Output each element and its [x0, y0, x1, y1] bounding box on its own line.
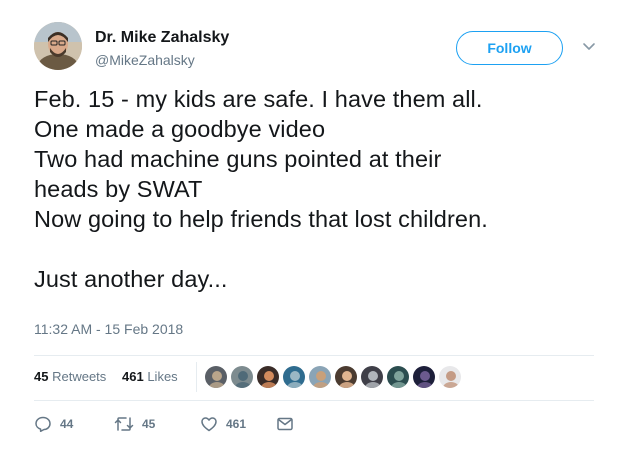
liker-avatar[interactable]: [204, 365, 228, 389]
tweet-stats: 45 Retweets 461 Likes: [34, 357, 594, 397]
tweet-text-line: One made a goodbye video: [34, 116, 326, 142]
author-display-name[interactable]: Dr. Mike Zahalsky: [95, 29, 229, 47]
liker-avatar[interactable]: [308, 365, 332, 389]
liker-avatar[interactable]: [360, 365, 384, 389]
direct-message-icon: [276, 415, 294, 433]
retweets-label: Retweets: [52, 369, 107, 384]
follow-button[interactable]: Follow: [456, 31, 563, 65]
divider: [34, 400, 594, 401]
liker-avatar[interactable]: [230, 365, 254, 389]
liker-avatar[interactable]: [334, 365, 358, 389]
like-icon: [200, 415, 218, 433]
retweet-button[interactable]: 45: [114, 412, 155, 436]
likes-label: Likes: [147, 369, 178, 384]
direct-message-button[interactable]: [276, 412, 294, 436]
like-button[interactable]: 461: [200, 412, 246, 436]
divider: [34, 355, 594, 356]
chevron-down-icon[interactable]: [581, 39, 597, 55]
likes-stat[interactable]: 461 Likes: [122, 369, 178, 384]
tweet-text-line: Feb. 15 - my kids are safe. I have them …: [34, 86, 483, 112]
reply-icon: [34, 415, 52, 433]
liker-avatar[interactable]: [282, 365, 306, 389]
retweet-icon: [114, 415, 134, 433]
retweet-count: 45: [142, 417, 156, 431]
tweet-text-line: Just another day...: [34, 266, 228, 292]
liker-avatar[interactable]: [256, 365, 280, 389]
tweet-actions: 44 45 461: [34, 412, 334, 436]
tweet-text-line: Two had machine guns pointed at their: [34, 146, 442, 172]
author-avatar[interactable]: [34, 22, 82, 70]
likes-count: 461: [122, 369, 144, 384]
tweet-text-line: heads by SWAT: [34, 176, 203, 202]
liker-avatar[interactable]: [412, 365, 436, 389]
liker-avatar[interactable]: [386, 365, 410, 389]
liker-avatar[interactable]: [438, 365, 462, 389]
tweet-text-line: Now going to help friends that lost chil…: [34, 206, 488, 232]
author-handle[interactable]: @MikeZahalsky: [95, 52, 195, 68]
reply-count: 44: [60, 417, 74, 431]
reply-button[interactable]: 44: [34, 412, 73, 436]
tweet-card: Dr. Mike Zahalsky @MikeZahalsky Follow F…: [0, 0, 626, 459]
retweets-stat[interactable]: 45 Retweets: [34, 369, 106, 384]
retweets-count: 45: [34, 369, 49, 384]
stats-separator: [196, 362, 197, 392]
tweet-text: Feb. 15 - my kids are safe. I have them …: [34, 84, 604, 294]
tweet-timestamp[interactable]: 11:32 AM - 15 Feb 2018: [34, 321, 183, 337]
like-count: 461: [226, 417, 247, 431]
tweet-header: Dr. Mike Zahalsky @MikeZahalsky Follow: [34, 22, 597, 78]
